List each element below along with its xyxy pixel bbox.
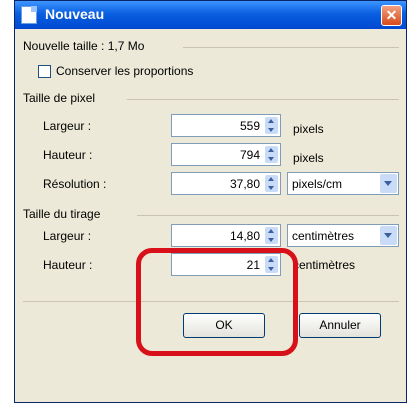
new-size-label: Nouvelle taille : 1,7 Mo bbox=[23, 39, 145, 53]
pixel-height-label: Hauteur : bbox=[43, 148, 93, 162]
title-bar[interactable]: Nouveau ✕ bbox=[15, 1, 406, 29]
resolution-unit-value: pixels/cm bbox=[292, 177, 343, 191]
print-width-value: 14,80 bbox=[229, 229, 260, 243]
divider bbox=[183, 47, 399, 48]
pixel-size-heading: Taille de pixel bbox=[23, 91, 96, 105]
window-title: Nouveau bbox=[45, 6, 105, 22]
resolution-value: 37,80 bbox=[229, 177, 260, 191]
print-height-unit: centimètres bbox=[293, 258, 356, 272]
spin-arrows-icon[interactable] bbox=[265, 227, 278, 244]
close-button[interactable]: ✕ bbox=[381, 5, 402, 26]
print-width-unit: centimètres bbox=[292, 229, 355, 243]
spin-arrows-icon[interactable] bbox=[265, 175, 278, 192]
pixel-height-stepper[interactable]: 794 bbox=[171, 143, 281, 166]
spin-arrows-icon[interactable] bbox=[265, 146, 278, 163]
print-height-label: Hauteur : bbox=[43, 258, 93, 272]
pixel-width-value: 559 bbox=[239, 119, 260, 133]
print-width-stepper[interactable]: 14,80 bbox=[171, 224, 281, 247]
resolution-label: Résolution : bbox=[43, 177, 107, 191]
spin-arrows-icon[interactable] bbox=[265, 117, 278, 134]
pixel-width-unit: pixels bbox=[293, 122, 324, 136]
new-document-icon bbox=[21, 6, 37, 24]
pixel-width-label: Largeur : bbox=[43, 119, 92, 133]
print-size-heading: Taille du tirage bbox=[23, 207, 101, 221]
pixel-height-value: 794 bbox=[239, 148, 260, 162]
print-width-label: Largeur : bbox=[43, 229, 92, 243]
divider bbox=[127, 99, 399, 100]
keep-proportions-checkbox[interactable] bbox=[38, 65, 51, 78]
divider bbox=[137, 215, 399, 216]
pixel-height-unit: pixels bbox=[293, 151, 324, 165]
chevron-down-icon[interactable] bbox=[380, 174, 397, 193]
keep-proportions-label: Conserver les proportions bbox=[56, 64, 194, 78]
resolution-unit-select[interactable]: pixels/cm bbox=[287, 172, 399, 195]
print-unit-select[interactable]: centimètres bbox=[287, 224, 399, 247]
highlight-annotation bbox=[136, 248, 298, 356]
cancel-button[interactable]: Annuler bbox=[299, 313, 381, 338]
pixel-width-stepper[interactable]: 559 bbox=[171, 114, 281, 137]
resolution-stepper[interactable]: 37,80 bbox=[171, 172, 281, 195]
chevron-down-icon[interactable] bbox=[380, 226, 397, 245]
